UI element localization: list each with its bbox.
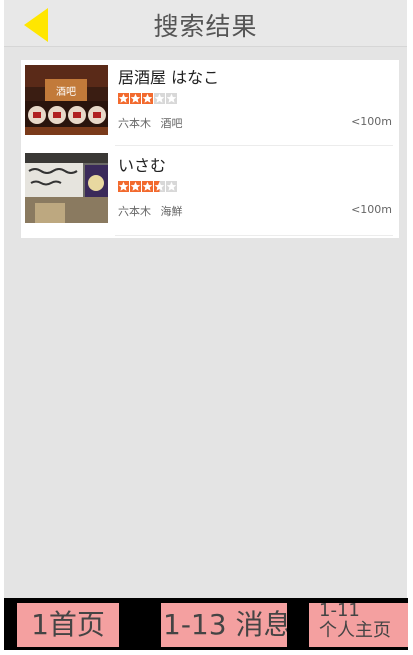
star-full-icon — [142, 181, 153, 192]
result-list: 酒吧 居酒屋 はなこ 六本木 酒吧 <100m いさむ 六本木 海鮮 <100m — [21, 60, 399, 238]
restaurant-thumbnail: 酒吧 — [25, 65, 108, 135]
star-full-icon — [142, 93, 153, 104]
tab-profile-badge: 1-11 — [319, 603, 360, 621]
tab-home[interactable]: 1首页 — [17, 603, 119, 647]
tab-profile[interactable]: 1-11 个人主页 — [309, 603, 408, 647]
star-half-icon — [154, 181, 165, 192]
page-title: 搜索结果 — [153, 12, 258, 41]
bottom-tab-bar: 1首页 1-13 消息 1-11 个人主页 — [4, 598, 408, 650]
restaurant-category: 海鮮 — [160, 205, 183, 218]
star-full-icon — [130, 93, 141, 104]
header-bar: 搜索结果 — [4, 0, 407, 47]
restaurant-distance: <100m — [351, 115, 392, 128]
search-results-screen: 搜索结果 酒吧 居酒屋 はなこ 六本木 酒吧 <100m いさむ 六本木 海鮮 … — [4, 0, 407, 600]
tab-profile-label: 个人主页 — [319, 620, 391, 641]
list-item[interactable]: いさむ 六本木 海鮮 <100m — [21, 146, 399, 238]
restaurant-thumbnail — [25, 153, 108, 223]
rating-stars — [118, 181, 177, 193]
restaurant-meta: 六本木 海鮮 — [118, 203, 183, 219]
restaurant-name: いさむ — [118, 156, 167, 175]
thumb-sign-text: 酒吧 — [56, 86, 76, 98]
star-full-icon — [118, 181, 129, 192]
restaurant-area: 六本木 — [118, 117, 151, 130]
restaurant-category: 酒吧 — [160, 117, 183, 130]
restaurant-name: 居酒屋 はなこ — [118, 68, 220, 87]
restaurant-distance: <100m — [351, 203, 392, 216]
star-empty-icon — [154, 93, 165, 104]
list-item[interactable]: 酒吧 居酒屋 はなこ 六本木 酒吧 <100m — [21, 60, 399, 146]
restaurant-meta: 六本木 酒吧 — [118, 115, 183, 131]
restaurant-area: 六本木 — [118, 205, 151, 218]
app-window: 搜索结果 酒吧 居酒屋 はなこ 六本木 酒吧 <100m いさむ 六本木 海鮮 … — [0, 0, 413, 655]
star-full-icon — [130, 181, 141, 192]
star-empty-icon — [166, 181, 177, 192]
star-empty-icon — [166, 93, 177, 104]
divider — [115, 235, 393, 236]
star-full-icon — [118, 93, 129, 104]
tab-messages[interactable]: 1-13 消息 — [161, 603, 287, 647]
rating-stars — [118, 93, 177, 105]
